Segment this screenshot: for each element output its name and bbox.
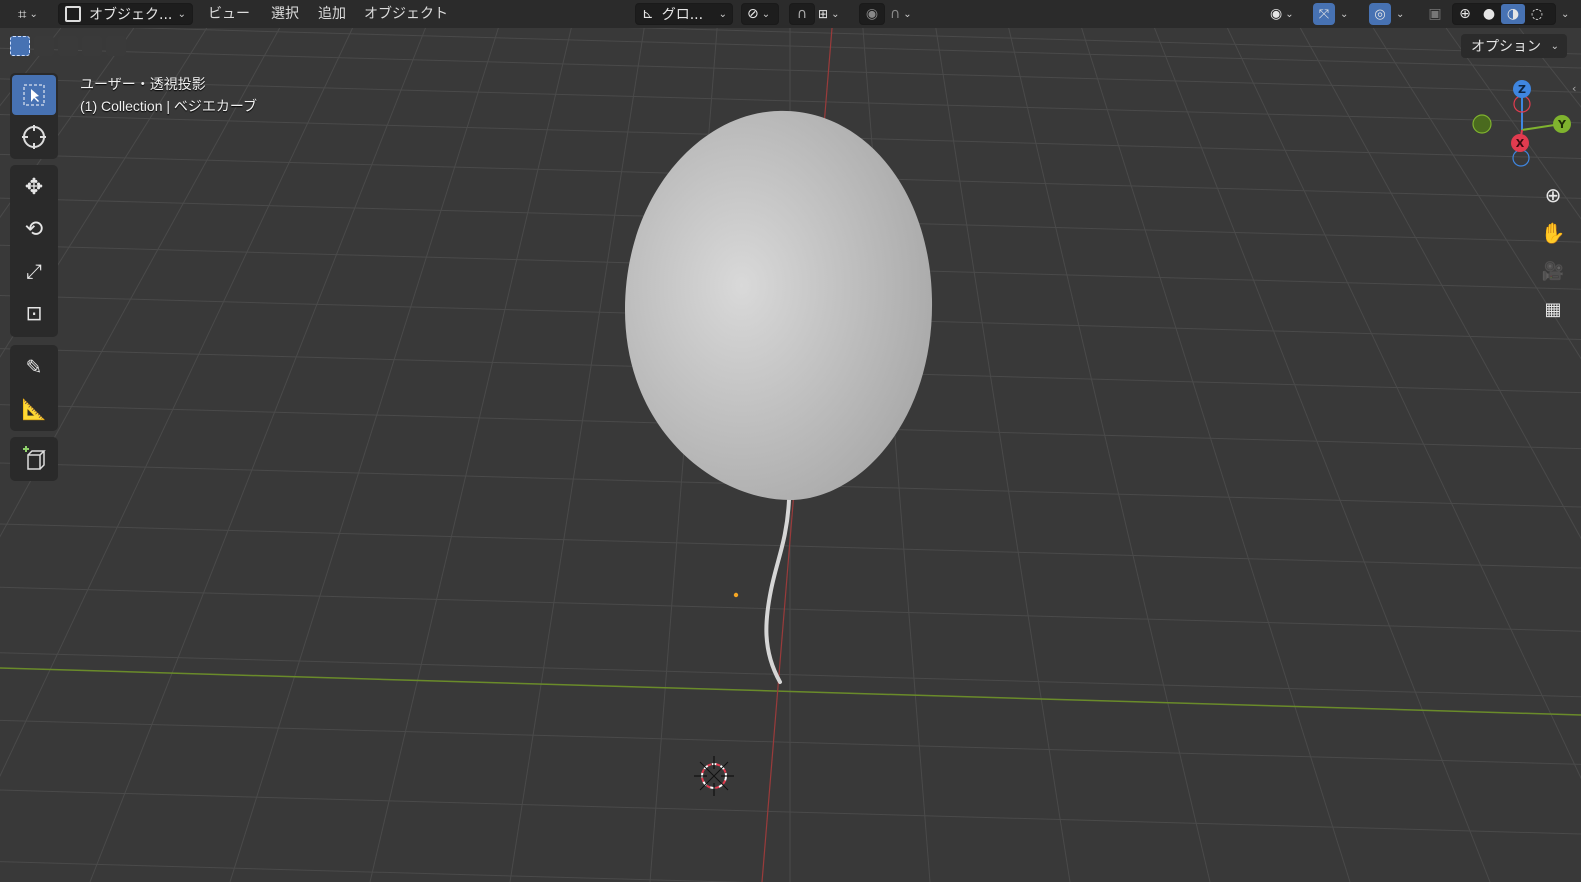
select-difference-icon[interactable] xyxy=(82,36,102,56)
transform-tool[interactable]: ⊡ xyxy=(12,293,56,333)
gizmo-icon: ⤧ xyxy=(1318,6,1330,22)
navigation-gizmo[interactable]: Z Y X xyxy=(1466,76,1576,172)
mode-label: オブジェク... xyxy=(89,7,173,23)
viewport-header: ⌗ ⌄ オブジェク... ⌄ ビュー 選択 追加 オブジェクト ⊾ グロ... ⌄… xyxy=(0,0,1581,28)
scale-icon: ⤢ xyxy=(26,259,42,283)
menu-select[interactable]: 選択 xyxy=(271,4,299,24)
menu-object[interactable]: オブジェクト xyxy=(364,4,448,24)
zoom-magnifier-icon: ⊕ xyxy=(1544,183,1562,207)
measure-tool[interactable]: 📐 xyxy=(12,389,56,429)
3d-viewport-icon: ⌗ xyxy=(18,5,27,23)
move-tool[interactable]: ✥ xyxy=(12,167,56,207)
overlays-dropdown[interactable]: ⌄ xyxy=(1393,3,1409,25)
scale-tool[interactable]: ⤢ xyxy=(12,251,56,291)
svg-text:Z: Z xyxy=(1518,83,1526,96)
pan-button[interactable]: ✋ xyxy=(1536,216,1570,250)
snap-increment-icon: ⊞ xyxy=(818,7,829,21)
editor-type-button[interactable]: ⌗ ⌄ xyxy=(14,3,50,25)
3d-cursor-tool-icon xyxy=(22,125,46,149)
xray-toggle[interactable]: ▣ xyxy=(1424,3,1446,25)
shading-dropdown[interactable]: ⌄ xyxy=(1558,3,1574,25)
magnet-icon: ∩ xyxy=(796,6,808,22)
cursor-tool[interactable] xyxy=(12,117,56,157)
gizmo-neg-z-icon xyxy=(1512,149,1530,167)
svg-text:X: X xyxy=(1516,137,1525,150)
menu-add[interactable]: 追加 xyxy=(318,4,346,24)
svg-text:Y: Y xyxy=(1557,118,1567,131)
visibility-dropdown[interactable]: ◉ ⌄ xyxy=(1266,3,1304,25)
menu-view[interactable]: ビュー xyxy=(208,4,250,24)
rendered-shading-icon[interactable]: ◌ xyxy=(1525,6,1549,22)
options-dropdown[interactable]: オプション ⌄ xyxy=(1461,34,1567,58)
object-mode-icon xyxy=(65,6,81,22)
select-intersect-icon[interactable] xyxy=(106,36,126,56)
view-name: ユーザー・透視投影 xyxy=(80,76,206,92)
annotate-pencil-icon: ✎ xyxy=(25,355,43,379)
xray-icon: ▣ xyxy=(1428,6,1442,22)
3d-viewport[interactable] xyxy=(0,0,1581,882)
perspective-grid-icon: ▦ xyxy=(1544,298,1562,320)
toolbar-group-annotate: ✎ 📐 xyxy=(10,345,58,431)
pivot-point-dropdown[interactable]: ⊘ ⌄ xyxy=(741,3,779,25)
eye-icon: ◉ xyxy=(1270,6,1283,22)
rotate-tool[interactable]: ⟲ xyxy=(12,209,56,249)
transform-icon: ⊡ xyxy=(25,301,43,325)
mode-dropdown[interactable]: オブジェク... ⌄ xyxy=(58,3,193,25)
options-label: オプション xyxy=(1471,39,1541,55)
collection-info: (1) Collection | ベジエカーブ xyxy=(80,98,258,114)
annotate-tool[interactable]: ✎ xyxy=(12,347,56,387)
add-cube-tool[interactable] xyxy=(12,439,56,479)
overlays-icon: ◎ xyxy=(1374,6,1386,22)
zoom-button[interactable]: ⊕ xyxy=(1536,178,1570,212)
orientation-axes-icon: ⊾ xyxy=(642,6,654,22)
shading-buttons: ⊕ ● ◑ ◌ xyxy=(1452,3,1556,25)
toolbar-group-transform: ✥ ⟲ ⤢ ⊡ xyxy=(10,165,58,337)
toolbar-group-select xyxy=(10,73,58,159)
overlays-toggle[interactable]: ◎ xyxy=(1369,3,1391,25)
select-subtract-icon[interactable] xyxy=(58,36,78,56)
transform-orientation-dropdown[interactable]: ⊾ グロ... ⌄ xyxy=(635,3,733,25)
orientation-label: グロ... xyxy=(661,7,704,23)
wireframe-shading-icon[interactable]: ⊕ xyxy=(1453,6,1477,22)
camera-view-button[interactable]: 🎥 xyxy=(1536,254,1570,288)
select-box-tool[interactable] xyxy=(12,75,56,115)
select-new-icon[interactable] xyxy=(10,36,30,56)
gizmo-neg-y-icon xyxy=(1472,114,1492,134)
proportional-edit-icon: ◉ xyxy=(865,6,879,22)
falloff-dropdown[interactable]: ∩ ⌄ xyxy=(887,3,923,25)
3d-cursor-icon xyxy=(694,756,734,796)
material-shading-icon[interactable]: ◑ xyxy=(1501,4,1525,24)
pivot-link-icon: ⊘ xyxy=(747,6,759,22)
perspective-toggle-button[interactable]: ▦ xyxy=(1536,292,1570,326)
select-extend-icon[interactable] xyxy=(34,36,54,56)
snap-target-dropdown[interactable]: ⊞ ⌄ xyxy=(815,3,851,25)
falloff-curve-icon: ∩ xyxy=(890,6,901,22)
object-origin-icon xyxy=(733,592,739,598)
toolbar-group-add xyxy=(10,437,58,481)
hand-icon: ✋ xyxy=(1540,221,1566,245)
select-cursor-icon xyxy=(23,84,45,106)
move-arrows-icon: ✥ xyxy=(24,174,44,200)
solid-shading-icon[interactable]: ● xyxy=(1477,6,1501,22)
gizmo-dropdown[interactable]: ⌄ xyxy=(1337,3,1353,25)
proportional-edit-toggle[interactable]: ◉ xyxy=(859,3,885,25)
rotate-icon: ⟲ xyxy=(24,216,44,242)
ruler-icon: 📐 xyxy=(21,397,47,421)
add-cube-icon xyxy=(23,446,46,470)
gizmo-toggle[interactable]: ⤧ xyxy=(1313,3,1335,25)
camera-icon: 🎥 xyxy=(1541,260,1565,282)
snap-toggle[interactable]: ∩ xyxy=(789,3,815,25)
sidebar-toggle-icon[interactable]: ‹ xyxy=(1572,82,1576,95)
